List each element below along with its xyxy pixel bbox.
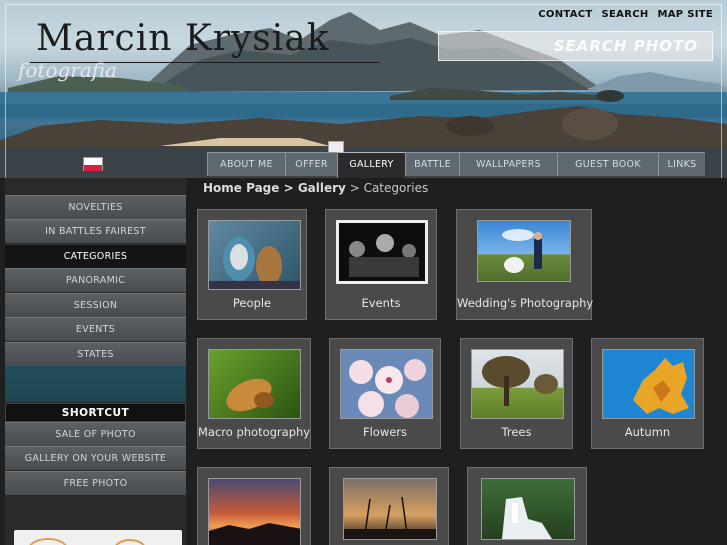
logo-name[interactable]: Marcin Krysiak	[36, 18, 330, 59]
category-card-sunset[interactable]	[197, 467, 311, 545]
sidebar-item-events[interactable]: EVENTS	[5, 317, 186, 341]
tab-guest-book[interactable]: GUEST BOOK	[557, 152, 658, 176]
sidebar-item-battles-fairest[interactable]: IN BATTLES FAIREST	[5, 219, 186, 243]
sidebar: NOVELTIES IN BATTLES FAIREST CATEGORIES …	[5, 178, 186, 545]
contact-link[interactable]: CONTACT	[538, 9, 592, 20]
category-label: Wedding's Photography	[457, 296, 594, 310]
category-label: Flowers	[362, 425, 408, 439]
category-card-macro[interactable]: Macro photography	[197, 338, 311, 449]
flowers-photo-icon	[340, 349, 433, 419]
breadcrumb-separator: >	[345, 181, 364, 195]
tab-offer[interactable]: OFFER	[285, 152, 337, 176]
sidebar-item-states[interactable]: STATES	[5, 342, 186, 366]
category-label: People	[232, 296, 272, 310]
search-input[interactable]	[438, 31, 713, 61]
breadcrumb-gallery[interactable]: Gallery	[298, 181, 346, 195]
sidebar-item-sale-of-photo[interactable]: SALE OF PHOTO	[5, 422, 186, 446]
breadcrumb-home[interactable]: Home Page	[203, 181, 279, 195]
events-photo-icon	[336, 220, 428, 284]
category-label: Events	[361, 296, 401, 310]
search-link[interactable]: SEARCH	[602, 9, 649, 20]
polish-flag-icon[interactable]	[83, 157, 103, 171]
trees-photo-icon	[471, 349, 564, 419]
dusk-photo-icon	[343, 478, 437, 540]
sidebar-banner[interactable]	[14, 530, 182, 545]
sidebar-sea-strip	[5, 366, 186, 402]
category-card-autumn[interactable]: Autumn	[591, 338, 704, 449]
tab-wallpapers[interactable]: WALLPAPERS	[459, 152, 557, 176]
sidebar-item-session[interactable]: SESSION	[5, 293, 186, 317]
tab-links[interactable]: LINKS	[658, 152, 705, 176]
category-card-people[interactable]: People	[197, 209, 307, 320]
shortcut-heading: SHORTCUT	[5, 403, 186, 422]
category-card-dusk[interactable]	[329, 467, 449, 545]
sidebar-item-free-photo[interactable]: FREE PHOTO	[5, 471, 186, 495]
map-site-link[interactable]: MAP SITE	[658, 9, 713, 20]
sidebar-item-novelties[interactable]: NOVELTIES	[5, 195, 186, 219]
tab-about-me[interactable]: ABOUT ME	[207, 152, 285, 176]
breadcrumb: Home Page > Gallery > Categories	[203, 181, 428, 195]
top-links: CONTACT SEARCH MAP SITE	[538, 9, 713, 20]
sunset-photo-icon	[208, 478, 301, 545]
category-label: Autumn	[624, 425, 671, 439]
main-nav: ABOUT ME OFFER GALLERY BATTLE WALLPAPERS…	[207, 152, 705, 178]
autumn-photo-icon	[602, 349, 695, 419]
category-card-waterfall[interactable]	[467, 467, 587, 545]
people-photo-icon	[208, 220, 301, 290]
tab-gallery[interactable]: GALLERY	[337, 152, 405, 178]
sidebar-item-panoramic[interactable]: PANORAMIC	[5, 268, 186, 292]
category-label: Trees	[501, 425, 532, 439]
category-label: Macro photography	[198, 425, 311, 439]
category-card-events[interactable]: Events	[325, 209, 437, 320]
logo-subtitle: fotografia	[18, 58, 118, 82]
tab-battle[interactable]: BATTLE	[405, 152, 459, 176]
macro-photo-icon	[208, 349, 301, 419]
category-card-trees[interactable]: Trees	[460, 338, 573, 449]
breadcrumb-current: Categories	[363, 181, 429, 195]
category-card-wedding[interactable]: Wedding's Photography	[456, 209, 594, 320]
wedding-photo-icon	[477, 220, 571, 282]
waterfall-photo-icon	[481, 478, 575, 540]
sidebar-item-gallery-on-website[interactable]: GALLERY ON YOUR WEBSITE	[5, 446, 186, 470]
category-card-flowers[interactable]: Flowers	[329, 338, 441, 449]
page: Marcin Krysiak fotografia CONTACT SEARCH…	[0, 0, 727, 545]
breadcrumb-separator: >	[279, 181, 298, 195]
sidebar-item-categories[interactable]: CATEGORIES	[5, 244, 186, 268]
